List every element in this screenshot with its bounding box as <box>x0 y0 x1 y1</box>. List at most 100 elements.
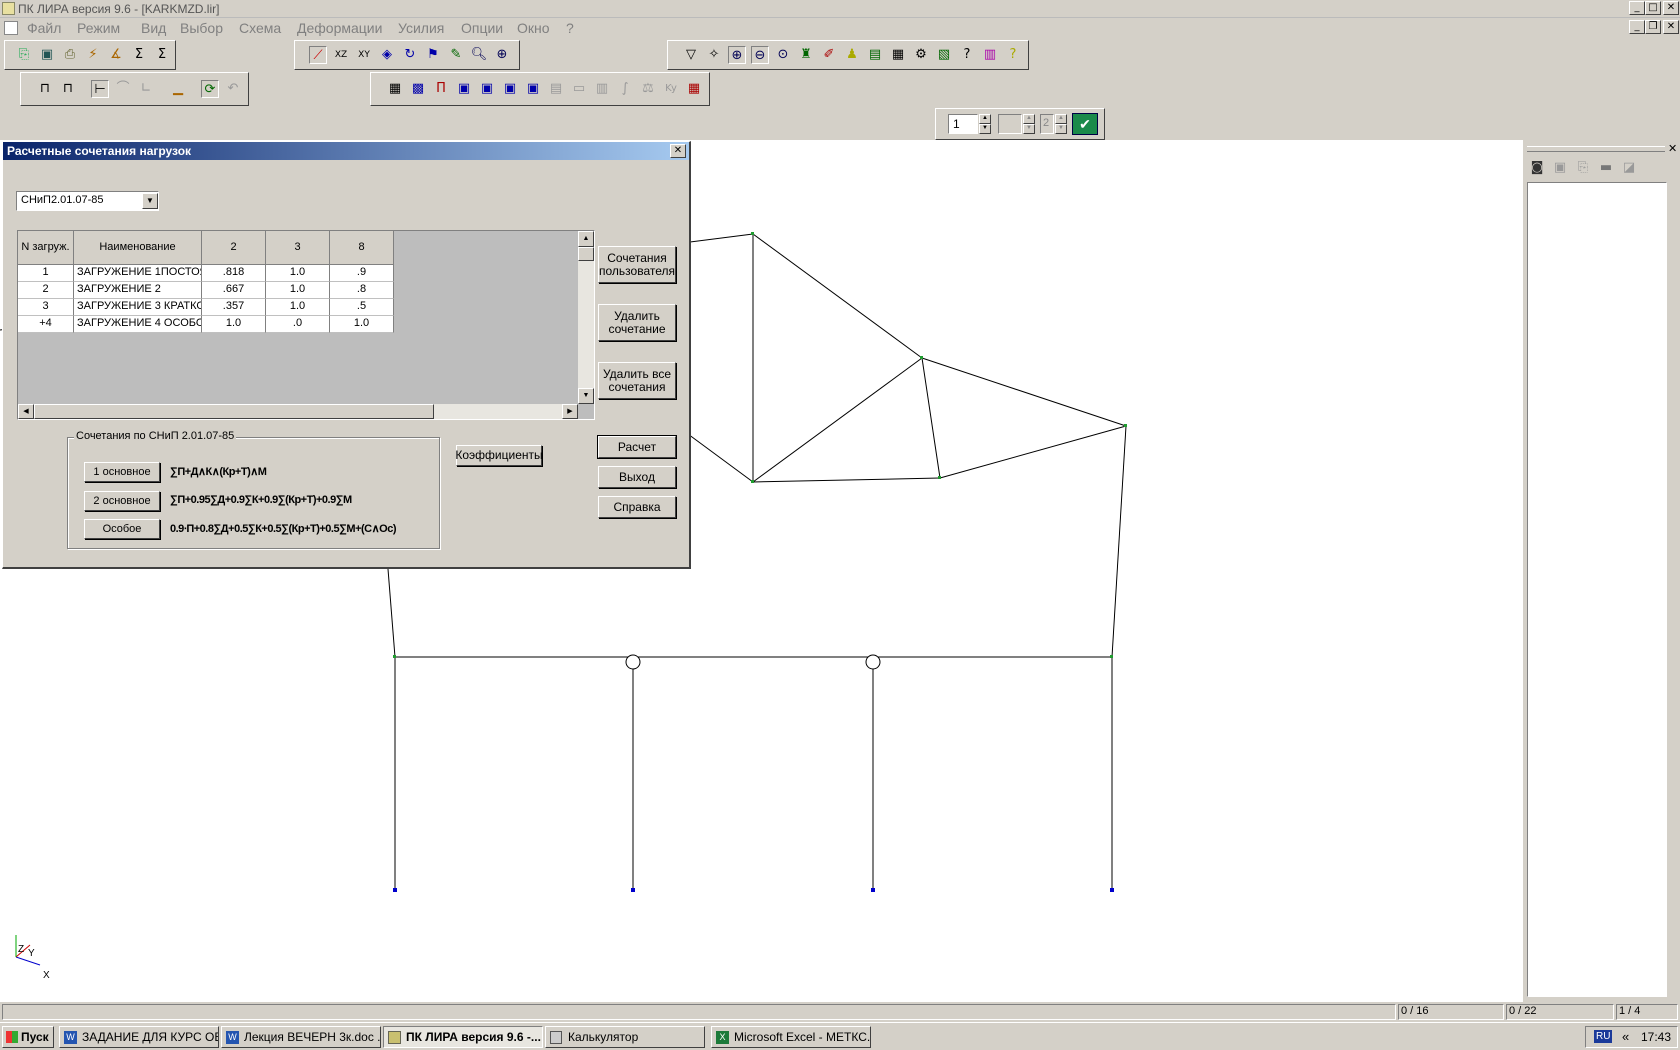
scroll-down-icon[interactable]: ▼ <box>578 388 594 404</box>
plate4-icon[interactable]: ▣ <box>524 80 542 98</box>
open-icon[interactable]: ⎘ <box>15 46 33 64</box>
combo-basic2-button[interactable]: 2 основное <box>84 491 160 511</box>
menu-file[interactable]: Файл <box>27 20 61 36</box>
angle2-icon[interactable]: ∟ <box>137 80 155 98</box>
portal-icon[interactable]: Π <box>432 80 450 98</box>
language-indicator[interactable]: RU <box>1594 1030 1613 1043</box>
filter-icon[interactable]: ▽ <box>682 46 700 64</box>
table-icon[interactable]: ▦ <box>685 80 703 98</box>
frame2-icon[interactable]: ⊓ <box>59 80 77 98</box>
table-row-1-c2[interactable]: .818 <box>202 265 266 282</box>
menu-mode[interactable]: Режим <box>77 20 120 36</box>
ky-icon[interactable]: Ky <box>662 80 680 98</box>
table-row-3-name[interactable]: ЗАГРУЖЕНИЕ 3 КРАТКОВ <box>74 299 202 316</box>
select-node-icon[interactable]: ✧ <box>705 46 723 64</box>
panel-grip[interactable] <box>1527 146 1665 152</box>
zoom-icon[interactable]: 🔍︎ <box>470 46 488 64</box>
loadcase-spinner[interactable]: 1 <box>948 114 978 134</box>
doc-close-button[interactable]: ✕ <box>1663 20 1679 34</box>
norm-select[interactable]: СНиП2.01.07-85 ▼ <box>16 191 159 211</box>
mode-field[interactable] <box>998 114 1022 134</box>
combo-basic1-button[interactable]: 1 основное <box>84 462 160 482</box>
panel-close-icon[interactable]: ✕ <box>1668 142 1677 155</box>
col-header-8[interactable]: 8 <box>330 231 394 265</box>
dialog-close-button[interactable]: ✕ <box>670 144 686 158</box>
zoom-out-icon[interactable]: ⊖ <box>751 46 769 64</box>
eraser-icon[interactable]: ◪ <box>1620 159 1638 177</box>
task-excel[interactable]: X Microsoft Excel - МЕТКС.... <box>711 1026 871 1048</box>
table-row-3-c2[interactable]: .357 <box>202 299 266 316</box>
step-up-icon[interactable]: ▲ <box>1055 114 1067 124</box>
table-vscrollbar[interactable]: ▲ ▼ <box>578 231 594 404</box>
refresh-icon[interactable]: ⟳ <box>201 80 219 98</box>
table-hscrollbar[interactable]: ◀ ▶ <box>18 404 578 419</box>
doc-grey2-icon[interactable]: ▭ <box>570 80 588 98</box>
start-button[interactable]: Пуск <box>2 1026 54 1048</box>
col-header-3[interactable]: 3 <box>266 231 330 265</box>
scroll-up-icon[interactable]: ▲ <box>578 231 594 247</box>
zoom-fit-icon[interactable]: ⊕ <box>493 46 511 64</box>
task-lira[interactable]: ПК ЛИРА версия 9.6 -... <box>383 1026 543 1048</box>
books-icon[interactable]: ▥ <box>981 46 999 64</box>
table-row-4-name[interactable]: ЗАГРУЖЕНИЕ 4 ОСОБОЕ <box>74 316 202 333</box>
zoom-window-icon[interactable]: ⊙ <box>774 46 792 64</box>
combo-special-button[interactable]: Особое <box>84 519 160 539</box>
table-row-2-c2[interactable]: .667 <box>202 282 266 299</box>
grid-icon[interactable]: ▦ <box>386 80 404 98</box>
apply-check-icon[interactable]: ✔ <box>1072 113 1098 135</box>
delete-all-combinations-button[interactable]: Удалить все сочетания <box>598 362 676 399</box>
maximize-button[interactable]: □ <box>1645 1 1661 15</box>
plate2-icon[interactable]: ▣ <box>478 80 496 98</box>
person-icon[interactable]: ♟ <box>843 46 861 64</box>
curve-icon[interactable]: ∫ <box>616 80 634 98</box>
task-word-1[interactable]: W ЗАДАНИЕ ДЛЯ КУРС ОВ... <box>59 1026 219 1048</box>
chevron-down-icon[interactable]: ▼ <box>142 193 158 209</box>
bottle-icon[interactable]: ♜ <box>797 46 815 64</box>
doc-minimize-button[interactable]: _ <box>1629 20 1645 34</box>
help-button[interactable]: Справка <box>598 496 676 518</box>
table-row-2-c8[interactable]: .8 <box>330 282 394 299</box>
doc-grey-icon[interactable]: ▤ <box>547 80 565 98</box>
spinner-down-icon[interactable]: ▼ <box>979 124 991 134</box>
menu-view[interactable]: Вид <box>141 20 166 36</box>
camera-icon[interactable]: ◙ <box>1528 159 1546 177</box>
table-row-2-c3[interactable]: 1.0 <box>266 282 330 299</box>
arc-icon[interactable]: ⌒ <box>114 80 132 98</box>
plate-icon[interactable]: ▣ <box>455 80 473 98</box>
table-row-3-c3[interactable]: 1.0 <box>266 299 330 316</box>
ruler-icon[interactable]: ▁ <box>169 80 187 98</box>
disk-icon[interactable]: ▣ <box>1551 159 1569 177</box>
bar-chart-icon[interactable]: ▥ <box>593 80 611 98</box>
query-icon[interactable]: ? <box>958 46 976 64</box>
menu-select[interactable]: Выбор <box>180 20 223 36</box>
mode-down-icon[interactable]: ▼ <box>1023 124 1035 134</box>
angle-icon[interactable]: ∡ <box>107 46 125 64</box>
doc-restore-button[interactable]: ❐ <box>1645 20 1661 34</box>
axes-icon[interactable]: ⟋ <box>309 46 327 64</box>
save-icon[interactable]: ▣ <box>38 46 56 64</box>
table-row-3-n[interactable]: 3 <box>18 299 74 316</box>
close-button[interactable]: ✕ <box>1663 1 1679 15</box>
tray-chevron-icon[interactable]: « <box>1622 1029 1629 1044</box>
table-row-4-c2[interactable]: 1.0 <box>202 316 266 333</box>
table-row-4-n[interactable]: +4 <box>18 316 74 333</box>
layers-icon[interactable]: ▤ <box>866 46 884 64</box>
pencil-icon[interactable]: ✎ <box>447 46 465 64</box>
menu-options[interactable]: Опции <box>461 20 503 36</box>
undo-icon[interactable]: ↶ <box>224 80 242 98</box>
copy-icon[interactable]: ⎘ <box>1574 159 1592 177</box>
flag-icon[interactable]: ⚑ <box>424 46 442 64</box>
table-row-4-c8[interactable]: 1.0 <box>330 316 394 333</box>
xyz-plane-icon[interactable]: XY <box>355 46 373 64</box>
force-n-icon[interactable]: Σ <box>153 46 171 64</box>
load-icon[interactable]: ⚡ <box>84 46 102 64</box>
hscroll-thumb[interactable] <box>34 404 434 419</box>
frame-icon[interactable]: ⊓ <box>36 80 54 98</box>
spinner-up-icon[interactable]: ▲ <box>979 114 991 124</box>
minimize-button[interactable]: _ <box>1629 1 1645 15</box>
task-word-2[interactable]: W Лекция ВЕЧЕРН 3к.doc ... <box>221 1026 381 1048</box>
iso-view-icon[interactable]: ◈ <box>378 46 396 64</box>
menu-forces[interactable]: Усилия <box>398 20 444 36</box>
col-header-2[interactable]: 2 <box>202 231 266 265</box>
help-icon[interactable]: ? <box>1004 46 1022 64</box>
